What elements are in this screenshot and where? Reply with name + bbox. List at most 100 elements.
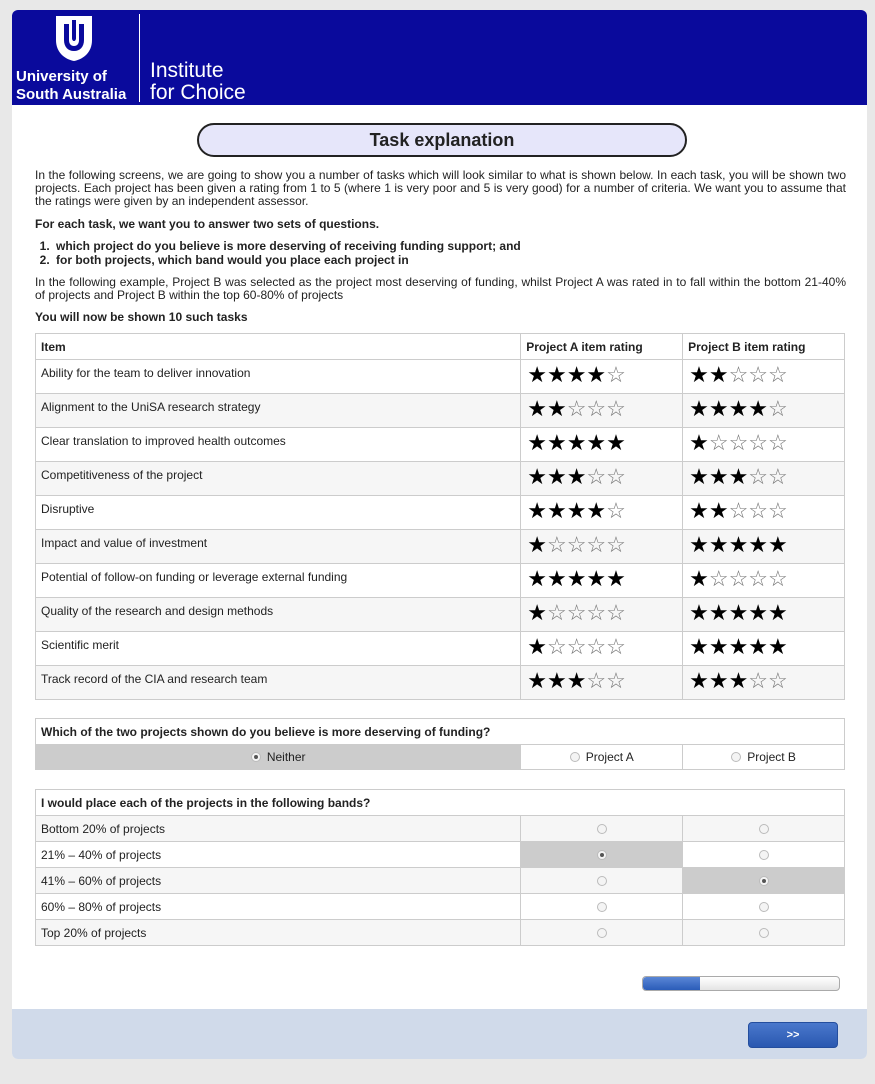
star-empty-icon: ☆ — [768, 668, 788, 693]
intro-paragraph: In the following screens, we are going t… — [35, 168, 846, 208]
rating-table: Item Project A item rating Project B ite… — [34, 333, 845, 700]
star-filled-icon: ★ — [527, 566, 547, 591]
star-filled-icon: ★ — [527, 668, 547, 693]
radio-button[interactable] — [758, 875, 769, 886]
star-empty-icon: ☆ — [708, 566, 729, 591]
star-empty-icon: ☆ — [586, 634, 607, 659]
project-b-star-rating: ★★☆☆☆ — [682, 359, 845, 394]
star-empty-icon: ☆ — [546, 634, 567, 659]
star-empty-icon: ☆ — [606, 498, 626, 523]
star-empty-icon: ☆ — [748, 668, 769, 693]
star-filled-icon: ★ — [748, 634, 769, 659]
project-a-star-rating: ★★★☆☆ — [520, 461, 684, 496]
star-filled-icon: ★ — [689, 600, 709, 625]
band-row: Bottom 20% of projects — [34, 815, 845, 842]
star-filled-icon: ★ — [748, 532, 769, 557]
institute-line2: for Choice — [150, 81, 246, 104]
rating-row: Potential of follow-on funding or levera… — [34, 563, 845, 598]
star-empty-icon: ☆ — [606, 464, 626, 489]
funding-option-label: Neither — [266, 750, 306, 764]
funding-option-project-a[interactable]: Project A — [520, 744, 684, 770]
rating-row: Impact and value of investment ★☆☆☆☆ ★★★★★ — [34, 529, 845, 564]
main-content: In the following screens, we are going t… — [34, 168, 846, 946]
band-row: 41% – 60% of projects — [34, 867, 845, 894]
funding-option-project-b[interactable]: Project B — [682, 744, 845, 770]
example-paragraph: In the following example, Project B was … — [35, 275, 846, 302]
col-header-item: Item — [34, 333, 522, 360]
star-filled-icon: ★ — [546, 362, 567, 387]
star-filled-icon: ★ — [768, 600, 788, 625]
project-a-star-rating: ★★★★★ — [520, 563, 684, 598]
star-empty-icon: ☆ — [546, 532, 567, 557]
star-filled-icon: ★ — [586, 498, 607, 523]
band-project-b-cell[interactable] — [682, 815, 845, 842]
star-filled-icon: ★ — [527, 532, 547, 557]
radio-button[interactable] — [758, 823, 769, 834]
band-label: 41% – 60% of projects — [34, 867, 522, 894]
star-empty-icon: ☆ — [748, 430, 769, 455]
star-filled-icon: ★ — [527, 634, 547, 659]
radio-button[interactable] — [569, 752, 580, 762]
bands-question-table: I would place each of the projects in th… — [34, 789, 845, 946]
funding-option-neither[interactable]: Neither — [34, 744, 522, 770]
band-project-b-cell[interactable] — [682, 919, 845, 946]
rating-item-label: Clear translation to improved health out… — [34, 427, 522, 462]
star-empty-icon: ☆ — [768, 430, 788, 455]
star-filled-icon: ★ — [708, 498, 729, 523]
star-filled-icon: ★ — [527, 396, 547, 421]
band-project-a-cell[interactable] — [520, 815, 684, 842]
rating-item-label: Ability for the team to deliver innovati… — [34, 359, 522, 394]
star-empty-icon: ☆ — [606, 668, 626, 693]
progress-bar-fill — [643, 977, 700, 990]
star-empty-icon: ☆ — [728, 430, 749, 455]
logo-divider — [139, 14, 140, 102]
band-project-a-cell[interactable] — [520, 841, 684, 868]
project-a-star-rating: ★★★☆☆ — [520, 665, 684, 700]
project-a-star-rating: ★★★★★ — [520, 427, 684, 462]
star-empty-icon: ☆ — [606, 396, 626, 421]
bands-question-text: I would place each of the projects in th… — [35, 789, 845, 816]
star-filled-icon: ★ — [546, 566, 567, 591]
star-empty-icon: ☆ — [748, 362, 769, 387]
project-b-star-rating: ★★☆☆☆ — [682, 495, 845, 530]
radio-button[interactable] — [596, 875, 607, 886]
star-filled-icon: ★ — [728, 634, 749, 659]
institute-name: Institute for Choice — [150, 60, 246, 104]
band-project-a-cell[interactable] — [520, 919, 684, 946]
header-banner: University of South Australia Institute … — [12, 10, 867, 105]
task-count-text: You will now be shown 10 such tasks — [35, 310, 248, 324]
star-filled-icon: ★ — [606, 430, 626, 455]
rating-item-label: Potential of follow-on funding or levera… — [34, 563, 522, 598]
star-empty-icon: ☆ — [586, 668, 607, 693]
project-b-star-rating: ★★★☆☆ — [682, 461, 845, 496]
project-b-star-rating: ★☆☆☆☆ — [682, 427, 845, 462]
band-project-b-cell[interactable] — [682, 841, 845, 868]
star-filled-icon: ★ — [728, 668, 749, 693]
next-button[interactable]: >> — [748, 1022, 838, 1048]
radio-button[interactable] — [596, 901, 607, 912]
footer-bar: >> — [12, 1009, 867, 1059]
star-filled-icon: ★ — [689, 566, 709, 591]
radio-button[interactable] — [731, 752, 742, 762]
rating-row: Scientific merit ★☆☆☆☆ ★★★★★ — [34, 631, 845, 666]
band-project-a-cell[interactable] — [520, 893, 684, 920]
radio-button[interactable] — [596, 823, 607, 834]
band-project-b-cell[interactable] — [682, 867, 845, 894]
radio-button[interactable] — [596, 849, 607, 860]
band-project-b-cell[interactable] — [682, 893, 845, 920]
star-filled-icon: ★ — [728, 532, 749, 557]
band-project-a-cell[interactable] — [520, 867, 684, 894]
radio-button[interactable] — [758, 901, 769, 912]
band-row: Top 20% of projects — [34, 919, 845, 946]
rating-item-label: Competitiveness of the project — [34, 461, 522, 496]
radio-button[interactable] — [758, 849, 769, 860]
radio-button[interactable] — [596, 927, 607, 938]
star-filled-icon: ★ — [527, 430, 547, 455]
project-b-star-rating: ★☆☆☆☆ — [682, 563, 845, 598]
star-filled-icon: ★ — [546, 668, 567, 693]
star-empty-icon: ☆ — [566, 634, 587, 659]
project-b-star-rating: ★★★★★ — [682, 529, 845, 564]
radio-button[interactable] — [250, 752, 261, 762]
radio-button[interactable] — [758, 927, 769, 938]
star-filled-icon: ★ — [689, 532, 709, 557]
